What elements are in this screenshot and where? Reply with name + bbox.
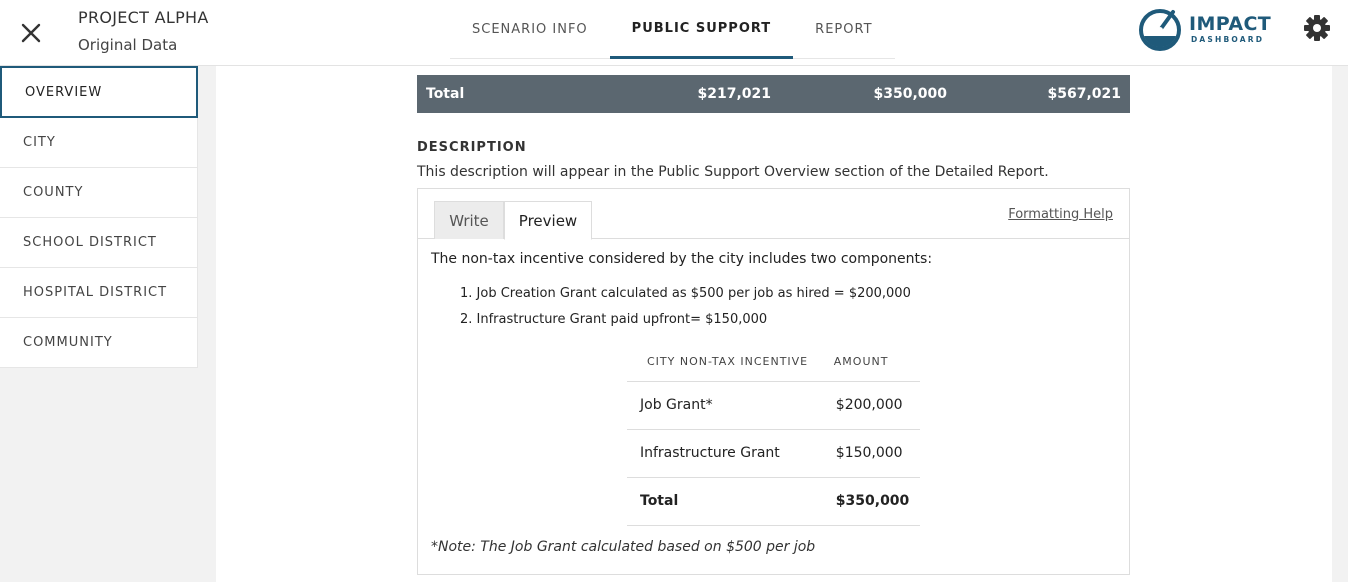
incentive-table: CITY NON-TAX INCENTIVE AMOUNT Job Grant*… [627, 343, 920, 526]
column-header: AMOUNT [833, 343, 920, 382]
project-subtitle: Original Data [78, 36, 178, 54]
sidebar-item-hospital-district[interactable]: HOSPITAL DISTRICT [0, 268, 198, 318]
column-header: CITY NON-TAX INCENTIVE [627, 343, 834, 382]
totals-value: $350,000 [873, 86, 947, 102]
impact-dashboard-logo[interactable]: IMPACT DASHBOARD [1138, 6, 1272, 52]
description-help-text: This description will appear in the Publ… [417, 164, 1049, 180]
sidebar-item-overview[interactable]: OVERVIEW [0, 66, 198, 118]
tab-report[interactable]: REPORT [793, 0, 894, 59]
tab-write[interactable]: Write [434, 201, 504, 239]
close-icon [21, 23, 41, 43]
project-title: PROJECT ALPHA [78, 8, 209, 27]
list-item: 1. Job Creation Grant calculated as $500… [460, 286, 911, 301]
tab-preview[interactable]: Preview [504, 201, 592, 240]
preview-list: 1. Job Creation Grant calculated as $500… [460, 286, 911, 338]
table-cell: Total [627, 477, 834, 526]
table-header-row: CITY NON-TAX INCENTIVE AMOUNT [627, 343, 920, 382]
table-total-row: Total $350,000 [627, 477, 920, 526]
table-row: Job Grant* $200,000 [627, 381, 920, 430]
totals-label: Total [426, 86, 465, 102]
sidebar: OVERVIEW CITY COUNTY SCHOOL DISTRICT HOS… [0, 66, 198, 368]
gauge-icon [1139, 9, 1181, 51]
totals-value: $217,021 [697, 86, 771, 102]
sidebar-item-county[interactable]: COUNTY [0, 168, 198, 218]
sidebar-item-city[interactable]: CITY [0, 118, 198, 168]
sidebar-item-community[interactable]: COMMUNITY [0, 318, 198, 368]
main-panel: Total $217,021 $350,000 $567,021 DESCRIP… [216, 66, 1332, 582]
settings-button[interactable] [1302, 13, 1332, 43]
table-cell: Job Grant* [627, 381, 834, 430]
description-heading: DESCRIPTION [417, 140, 527, 155]
list-item: 2. Infrastructure Grant paid upfront= $1… [460, 312, 768, 327]
logo-word: IMPACT [1189, 13, 1272, 35]
tab-scenario-info[interactable]: SCENARIO INFO [450, 0, 610, 59]
main-tabs: SCENARIO INFO PUBLIC SUPPORT REPORT [450, 0, 895, 59]
logo-subtitle: DASHBOARD [1191, 35, 1265, 44]
table-cell: $350,000 [833, 477, 920, 526]
sidebar-item-school-district[interactable]: SCHOOL DISTRICT [0, 218, 198, 268]
totals-row: Total $217,021 $350,000 $567,021 [417, 75, 1130, 113]
close-button[interactable] [14, 16, 48, 50]
formatting-help-link[interactable]: Formatting Help [1008, 207, 1113, 222]
table-cell: Infrastructure Grant [627, 429, 834, 478]
table-row: Infrastructure Grant $150,000 [627, 429, 920, 478]
editor-tabs: Write Preview Formatting Help [418, 189, 1129, 240]
preview-note: *Note: The Job Grant calculated based on… [431, 539, 816, 555]
description-editor: Write Preview Formatting Help The non-ta… [417, 188, 1130, 575]
preview-intro: The non-tax incentive considered by the … [431, 251, 933, 267]
table-cell: $200,000 [833, 381, 920, 430]
totals-value: $567,021 [1047, 86, 1121, 102]
gear-icon [1304, 15, 1330, 41]
tab-public-support[interactable]: PUBLIC SUPPORT [609, 0, 794, 59]
top-header: PROJECT ALPHA Original Data SCENARIO INF… [0, 0, 1348, 66]
table-cell: $150,000 [833, 429, 920, 478]
